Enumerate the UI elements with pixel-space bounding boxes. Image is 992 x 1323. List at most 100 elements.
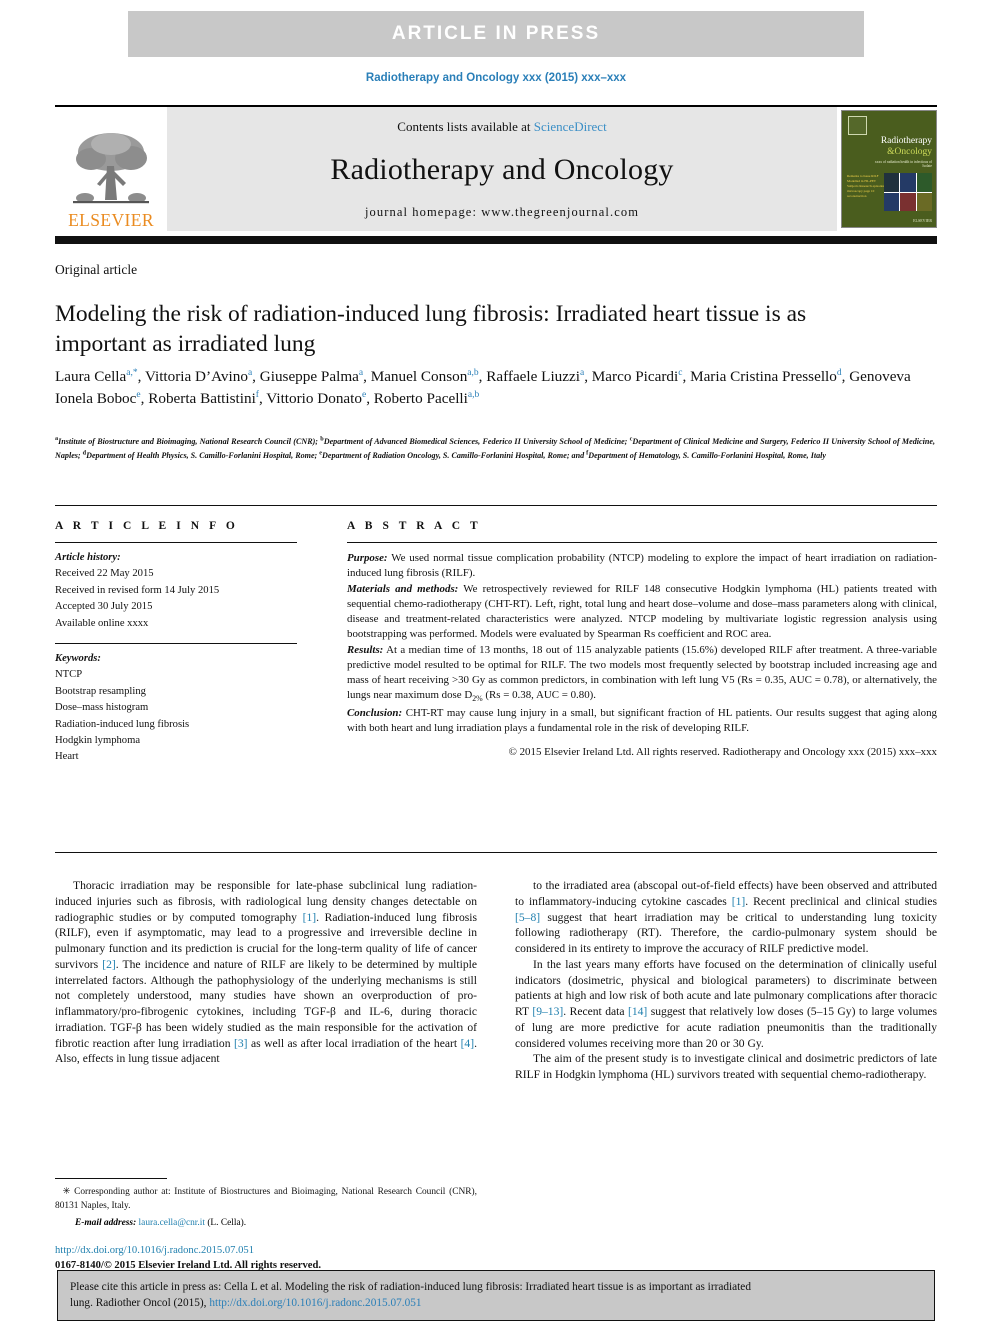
abstract-column: A B S T R A C T Purpose: We used normal … bbox=[315, 506, 937, 766]
author-name: Laura Cella bbox=[55, 368, 127, 385]
citation-line-2: lung. Radiother Oncol (2015), http://dx.… bbox=[70, 1295, 922, 1311]
corresponding-author-note: ✳ Corresponding author at: Institute of … bbox=[55, 1186, 477, 1213]
contents-available-line: Contents lists available at ScienceDirec… bbox=[397, 119, 606, 135]
email-note: E-mail address: laura.cella@cnr.it (L. C… bbox=[55, 1218, 477, 1228]
asterisk-icon: ✳ bbox=[62, 1187, 71, 1197]
cover-left-text: Remarks to Issue RILF Modelled in HL-PET… bbox=[847, 174, 885, 199]
keyword-item: Heart bbox=[55, 751, 79, 763]
history-item: Received 22 May 2015 bbox=[55, 568, 154, 580]
citation-reference[interactable]: [4] bbox=[461, 1037, 475, 1050]
citation-reference[interactable]: [1] bbox=[303, 911, 317, 924]
doi-url[interactable]: http://dx.doi.org/10.1016/j.radonc.2015.… bbox=[55, 1243, 485, 1258]
citation-line-1: Please cite this article in press as: Ce… bbox=[70, 1281, 751, 1293]
citation-reference[interactable]: [2] bbox=[102, 958, 116, 971]
abstract-conclusion: Conclusion: CHT-RT may cause lung injury… bbox=[347, 706, 937, 737]
author-affiliation-mark: a,b bbox=[467, 367, 479, 378]
keyword-item: Dose–mass histogram bbox=[55, 702, 149, 714]
body-top-rule bbox=[55, 852, 937, 853]
cover-title-line2: &Oncology bbox=[887, 147, 932, 157]
citation-box: Please cite this article in press as: Ce… bbox=[57, 1270, 935, 1322]
journal-cover-image: Radiotherapy &Oncology xxxx of radiation… bbox=[841, 110, 937, 228]
email-label: E-mail address: bbox=[75, 1218, 137, 1229]
abstract-purpose: Purpose: We used normal tissue complicat… bbox=[347, 551, 937, 582]
abstract-results: Results: At a median time of 13 months, … bbox=[347, 643, 937, 706]
abstract-methods: Materials and methods: We retrospectivel… bbox=[347, 582, 937, 643]
body-paragraph: In the last years many efforts have focu… bbox=[515, 957, 937, 1050]
article-history-block: Article history: Received 22 May 2015 Re… bbox=[55, 543, 297, 632]
cover-subtitle: xxxx of radiation health in infectious o… bbox=[874, 160, 932, 169]
journal-title: Radiotherapy and Oncology bbox=[330, 153, 674, 186]
article-title: Modeling the risk of radiation-induced l… bbox=[55, 300, 807, 357]
author-affiliation-mark: a,* bbox=[126, 367, 138, 378]
running-head: Radiotherapy and Oncology xxx (2015) xxx… bbox=[365, 72, 627, 84]
citation-doi-link[interactable]: http://dx.doi.org/10.1016/j.radonc.2015.… bbox=[209, 1297, 421, 1309]
body-paragraph: Thoracic irradiation may be responsible … bbox=[55, 879, 477, 1066]
author-affiliation-mark: c bbox=[678, 367, 683, 378]
author-affiliation-mark: e bbox=[361, 389, 367, 400]
author-name: Roberta Battistini bbox=[148, 389, 256, 407]
author-affiliation-mark: e bbox=[136, 389, 141, 400]
article-info-column: A R T I C L E I N F O Article history: R… bbox=[55, 506, 315, 766]
body-paragraph: to the irradiated area (abscopal out-of-… bbox=[515, 879, 937, 956]
cover-publisher-mark: ELSEVIER bbox=[913, 218, 932, 223]
journal-masthead: ELSEVIER Contents lists available at Sci… bbox=[55, 105, 937, 231]
article-in-press-label: ARTICLE IN PRESS bbox=[391, 23, 601, 44]
corresponding-author-text: Corresponding author at: Institute of Bi… bbox=[55, 1187, 477, 1211]
article-info-heading: A R T I C L E I N F O bbox=[55, 520, 239, 532]
abstract-results-text: At a median time of 13 months, 18 out of… bbox=[347, 643, 937, 704]
cover-badge-icon bbox=[848, 116, 867, 135]
contents-prefix: Contents lists available at bbox=[397, 119, 534, 134]
email-suffix: (L. Cella). bbox=[204, 1218, 247, 1229]
history-item: Available online xxxx bbox=[55, 617, 149, 629]
cover-grid-cell bbox=[900, 173, 916, 192]
author-affiliation-mark: a bbox=[579, 367, 585, 378]
author-affiliation-mark: f bbox=[255, 389, 259, 400]
keyword-item: NTCP bbox=[55, 669, 83, 681]
article-history-label: Article history: bbox=[55, 552, 121, 563]
keywords-block: Keywords: NTCP Bootstrap resampling Dose… bbox=[55, 644, 297, 766]
citation-reference[interactable]: [9–13] bbox=[532, 1005, 563, 1018]
citation-prefix: lung. Radiother Oncol (2015), bbox=[70, 1297, 210, 1310]
abstract-body: Purpose: We used normal tissue complicat… bbox=[347, 543, 937, 760]
author-name: Vittorio Donato bbox=[266, 389, 362, 407]
abstract-copyright: © 2015 Elsevier Ireland Ltd. All rights … bbox=[508, 746, 937, 759]
abstract-heading: A B S T R A C T bbox=[347, 520, 482, 532]
body-right-column: to the irradiated area (abscopal out-of-… bbox=[515, 878, 937, 1083]
citation-reference[interactable]: [3] bbox=[234, 1037, 248, 1050]
keyword-item: Bootstrap resampling bbox=[55, 685, 146, 697]
citation-reference[interactable]: [5–8] bbox=[515, 911, 540, 924]
abstract-conclusion-label: Conclusion: bbox=[347, 706, 403, 719]
affiliations: aInstitute of Biostructure and Bioimagin… bbox=[55, 435, 935, 460]
history-item: Received in revised form 14 July 2015 bbox=[55, 584, 220, 596]
journal-cover-thumbnail: Radiotherapy &Oncology xxxx of radiation… bbox=[837, 107, 937, 231]
author-affiliation-mark: a bbox=[358, 367, 364, 378]
cover-image-grid bbox=[884, 173, 932, 211]
abstract-methods-label: Materials and methods: bbox=[347, 582, 459, 595]
citation-reference[interactable]: [1] bbox=[732, 895, 746, 908]
keyword-item: Hodgkin lymphoma bbox=[55, 735, 141, 747]
sciencedirect-link[interactable]: ScienceDirect bbox=[534, 119, 607, 134]
cover-grid-cell bbox=[916, 173, 932, 192]
author-name: Maria Cristina Pressello bbox=[690, 368, 837, 385]
author-name: Marco Picardi bbox=[591, 368, 679, 385]
author-name: Raffaele Liuzzi bbox=[486, 368, 580, 385]
author-name: Giuseppe Palma bbox=[259, 368, 359, 385]
email-link[interactable]: laura.cella@cnr.it bbox=[139, 1218, 205, 1228]
affiliations-text: Institute of Biostructure and Bioimaging… bbox=[55, 435, 935, 460]
abstract-purpose-label: Purpose: bbox=[347, 552, 388, 564]
author-list: Laura Cellaa,*, Vittoria D’Avinoa, Giuse… bbox=[55, 367, 911, 407]
info-abstract-block: A R T I C L E I N F O Article history: R… bbox=[55, 505, 937, 766]
author-affiliation-mark: d bbox=[836, 367, 842, 378]
body-paragraph: The aim of the present study is to inves… bbox=[515, 1052, 937, 1082]
footnote-block: ✳ Corresponding author at: Institute of … bbox=[55, 1178, 477, 1228]
keywords-label: Keywords: bbox=[55, 653, 101, 665]
abstract-results-label: Results: bbox=[347, 643, 384, 656]
main-body: Thoracic irradiation may be responsible … bbox=[55, 878, 937, 1083]
masthead-bottom-rule bbox=[55, 236, 937, 244]
journal-homepage[interactable]: journal homepage: www.thegreenjournal.co… bbox=[365, 205, 639, 220]
keyword-item: Radiation-induced lung fibrosis bbox=[55, 718, 190, 730]
author-name: Roberto Pacelli bbox=[373, 389, 468, 407]
body-left-column: Thoracic irradiation may be responsible … bbox=[55, 878, 477, 1083]
citation-reference[interactable]: [14] bbox=[628, 1005, 647, 1018]
